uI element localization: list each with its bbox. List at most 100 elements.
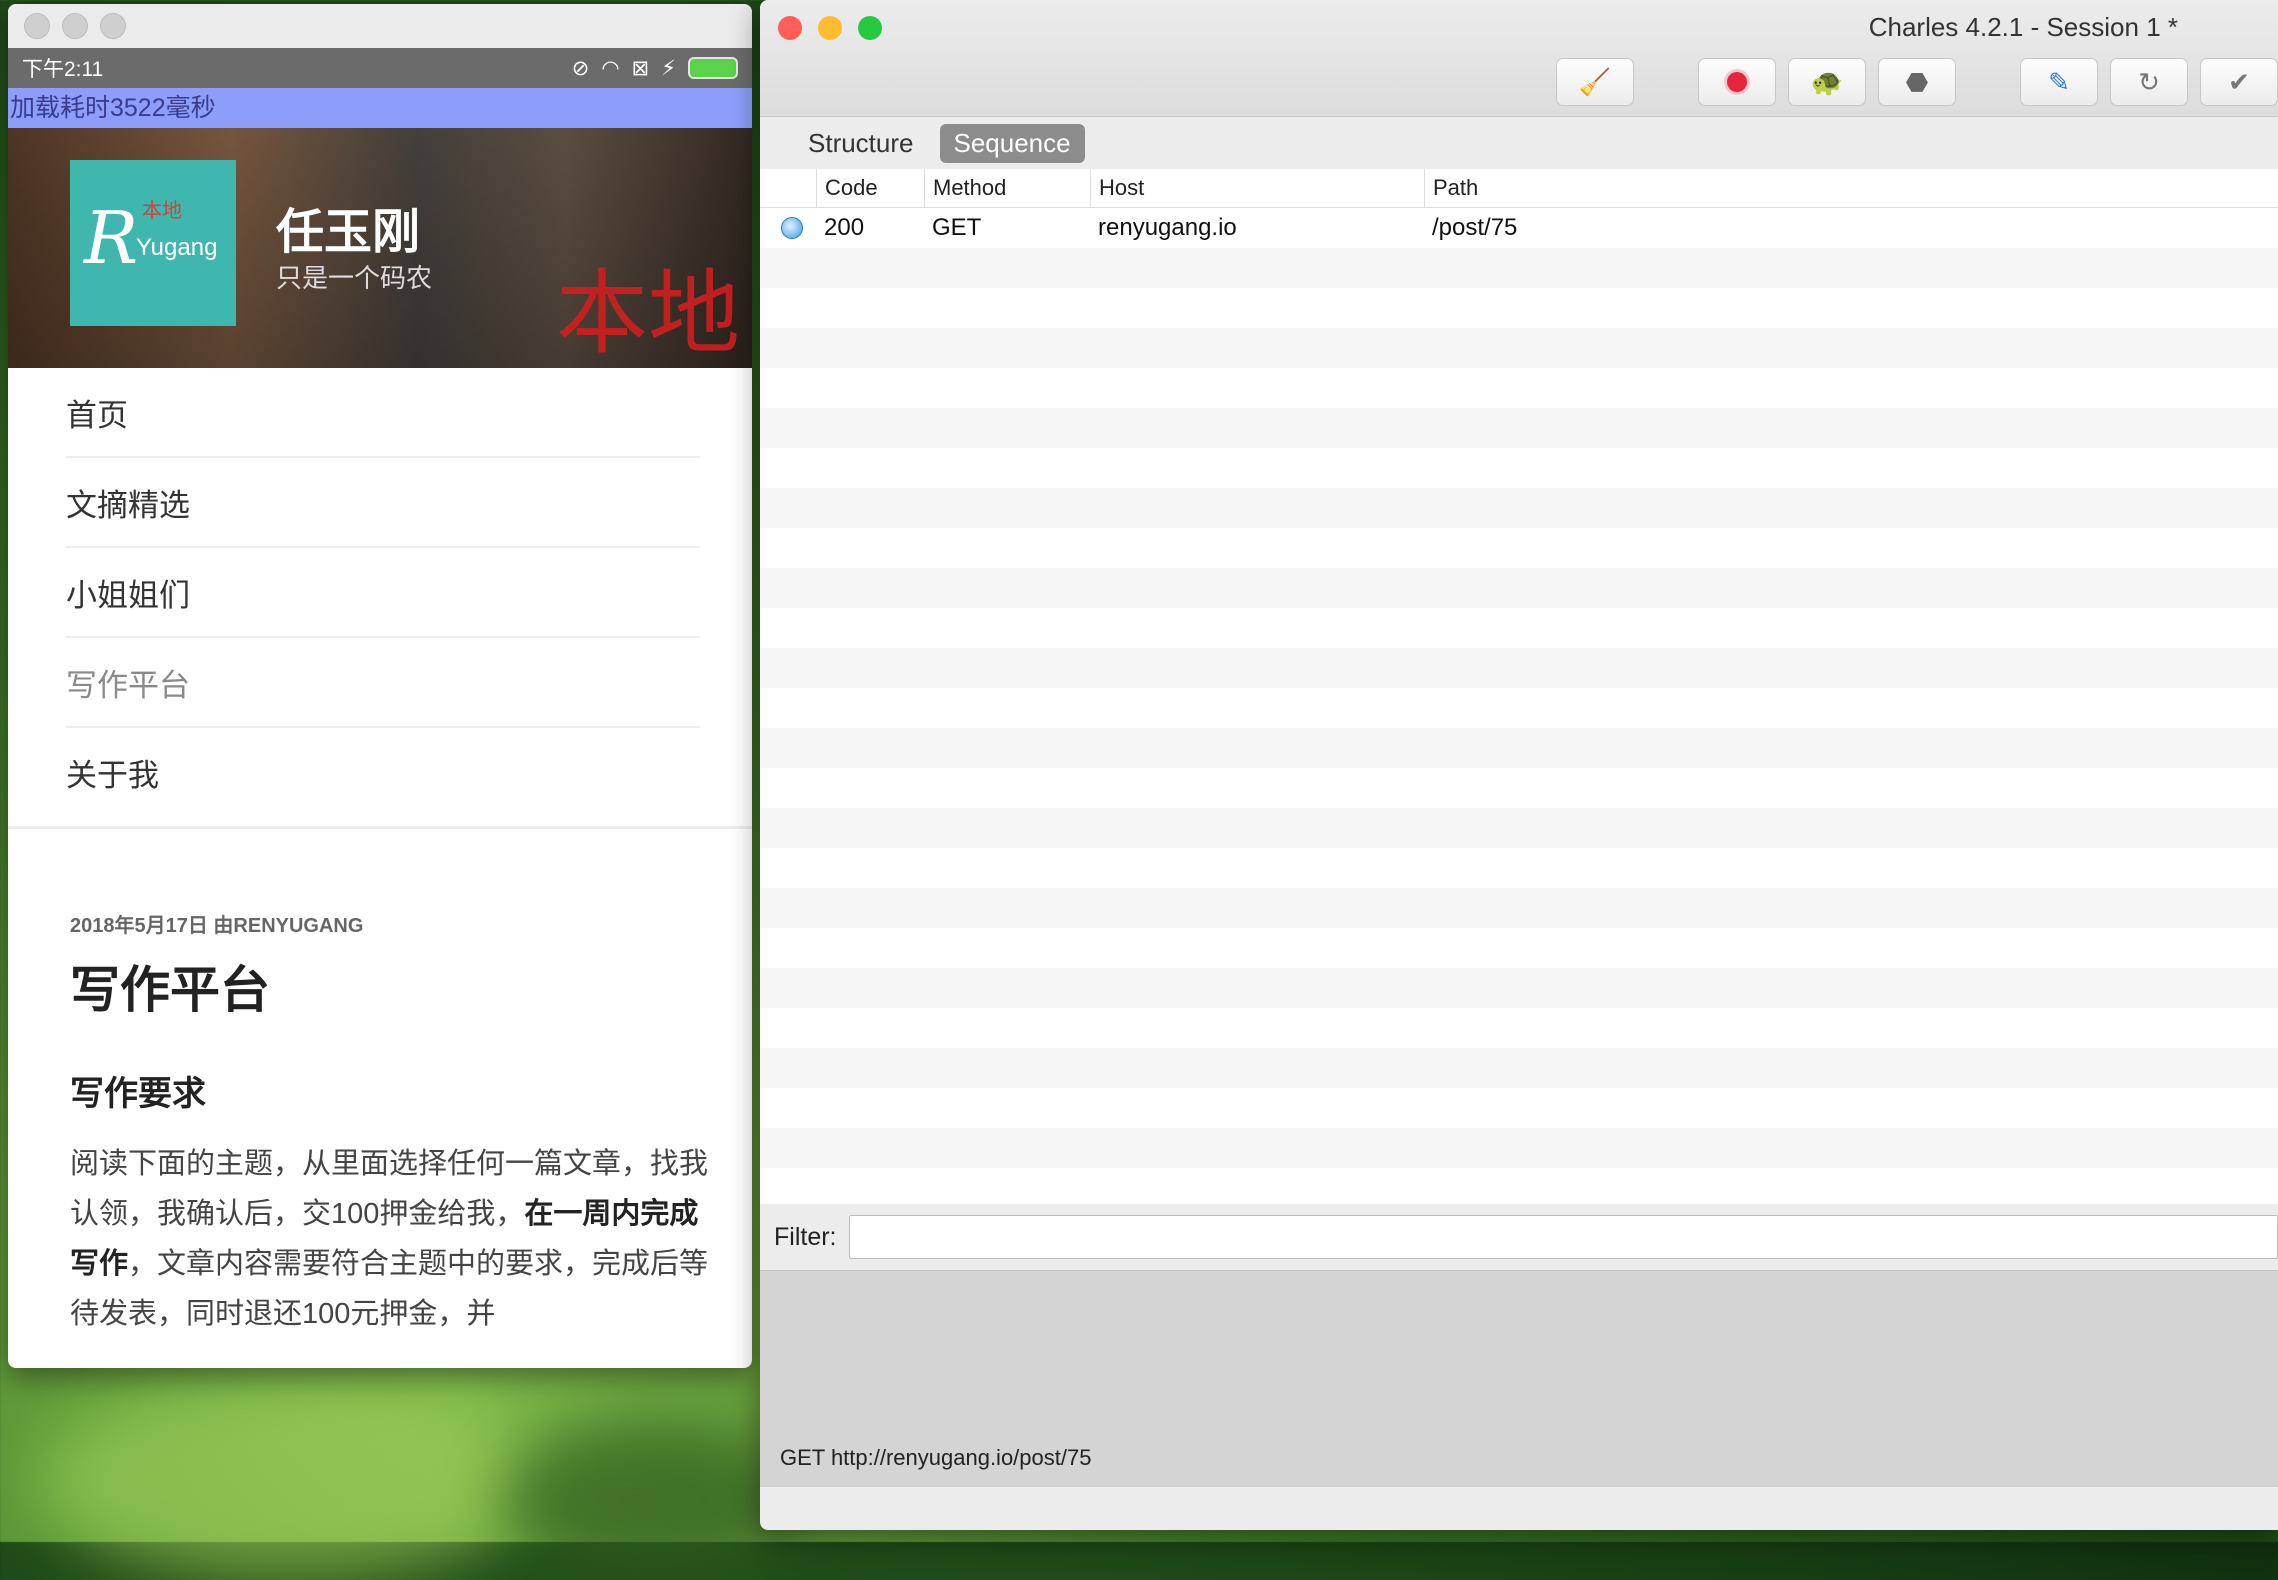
article-subtitle: 写作要求 (70, 1066, 712, 1115)
window-title: Charles 4.2.1 - Session 1 * (1869, 12, 2178, 43)
empty-row (760, 728, 2278, 768)
empty-row (760, 328, 2278, 368)
empty-row (760, 1128, 2278, 1168)
tab-structure[interactable]: Structure (794, 124, 928, 163)
zoom-button[interactable] (858, 16, 882, 40)
empty-row (760, 928, 2278, 968)
sequence-table: Code Method Host Path 200 GET renyugang.… (760, 169, 2278, 1204)
window-controls (778, 16, 882, 40)
filter-label: Filter: (774, 1223, 837, 1252)
empty-row (760, 448, 2278, 488)
wallpaper-blob (40, 1380, 540, 1580)
cell-path: /post/75 (1424, 208, 2278, 248)
throttle-button[interactable]: 🐢 (1788, 58, 1866, 106)
empty-row (760, 1168, 2278, 1204)
author-tagline: 只是一个码农 (276, 258, 432, 295)
compose-button[interactable]: ✎ (2020, 58, 2098, 106)
minimize-button[interactable] (62, 13, 88, 39)
empty-row (760, 1048, 2278, 1088)
nav-item-digest[interactable]: 文摘精选 (66, 458, 700, 548)
logo-letter: R (84, 196, 138, 280)
article-title: 写作平台 (70, 950, 712, 1022)
column-header-path[interactable]: Path (1424, 169, 2278, 207)
empty-rows (760, 248, 2278, 1204)
author-name: 任玉刚 (276, 192, 420, 262)
column-header-host[interactable]: Host (1090, 169, 1424, 207)
empty-row (760, 648, 2278, 688)
repeat-button[interactable]: ↻ (2110, 58, 2188, 106)
wifi-icon: ◠ (601, 56, 619, 81)
wallpaper-blob (500, 1420, 800, 1580)
filter-bar: Filter: (760, 1204, 2278, 1271)
charles-toolbar: Charles 4.2.1 - Session 1 * 🧹 🐢 ⬣ ✎ ↻ ✔ (760, 0, 2278, 117)
battery-icon (688, 57, 738, 79)
empty-row (760, 288, 2278, 328)
cell-host: renyugang.io (1090, 208, 1424, 248)
charging-icon: ⚡ (661, 56, 676, 81)
breakpoint-hexagon-icon: ⬣ (1906, 67, 1929, 98)
empty-row (760, 808, 2278, 848)
empty-row (760, 248, 2278, 288)
clear-session-button[interactable]: 🧹 (1556, 58, 1634, 106)
record-button[interactable] (1698, 58, 1776, 106)
local-watermark: 本地 (556, 239, 740, 368)
nav-item-writing-platform[interactable]: 写作平台 (66, 638, 700, 728)
close-button[interactable] (24, 13, 50, 39)
logo-local-label: 本地 (142, 194, 182, 223)
nav-item-about[interactable]: 关于我 (66, 728, 700, 816)
cell-method: GET (924, 208, 1090, 248)
site-logo[interactable]: 本地 R Yugang (70, 160, 236, 326)
empty-row (760, 888, 2278, 928)
tab-sequence[interactable]: Sequence (940, 124, 1085, 163)
empty-row (760, 688, 2278, 728)
detail-panel: GET http://renyugang.io/post/75 (760, 1271, 2278, 1487)
empty-row (760, 528, 2278, 568)
blog-nav-menu: 首页 文摘精选 小姐姐们 写作平台 关于我 (8, 368, 752, 816)
status-line: GET http://renyugang.io/post/75 (780, 1445, 1091, 1471)
compose-pen-icon: ✎ (2048, 67, 2070, 98)
empty-row (760, 1088, 2278, 1128)
empty-row (760, 408, 2278, 448)
column-header-status[interactable] (760, 169, 816, 207)
empty-row (760, 768, 2278, 808)
simulator-titlebar (8, 4, 752, 48)
filter-input[interactable] (849, 1215, 2278, 1259)
charles-window: Charles 4.2.1 - Session 1 * 🧹 🐢 ⬣ ✎ ↻ ✔ … (760, 0, 2278, 1530)
empty-row (760, 1008, 2278, 1048)
close-button[interactable] (778, 16, 802, 40)
article-meta: 2018年5月17日 由RENYUGANG (70, 909, 712, 938)
empty-row (760, 568, 2278, 608)
nav-item-girls[interactable]: 小姐姐们 (66, 548, 700, 638)
throttle-turtle-icon: 🐢 (1811, 67, 1843, 98)
tool-buttons: 🧹 🐢 ⬣ ✎ ↻ ✔ (1556, 58, 2278, 106)
repeat-icon: ↻ (2138, 67, 2160, 98)
logo-text: Yugang (136, 234, 217, 262)
request-status-icon (760, 208, 816, 248)
empty-row (760, 368, 2278, 408)
load-time-toast: 加载耗时3522毫秒 (8, 88, 752, 128)
view-tabs: Structure Sequence (760, 117, 2278, 169)
blog-header-banner: 本地 R Yugang 任玉刚 只是一个码农 本地 (8, 128, 752, 368)
validate-button[interactable]: ✔ (2200, 58, 2278, 106)
sim-icon: ⊠ (632, 56, 650, 81)
empty-row (760, 848, 2278, 888)
empty-row (760, 608, 2278, 648)
phone-status-bar: 下午2:11 ⊘ ◠ ⊠ ⚡ (8, 48, 752, 88)
nav-item-home[interactable]: 首页 (66, 368, 700, 458)
vibrate-icon: ⊘ (572, 56, 590, 81)
breakpoints-button[interactable]: ⬣ (1878, 58, 1956, 106)
broom-icon: 🧹 (1579, 67, 1611, 98)
phone-simulator-window: 下午2:11 ⊘ ◠ ⊠ ⚡ 加载耗时3522毫秒 本地 R Yugang 任玉… (8, 4, 752, 1368)
column-header-code[interactable]: Code (816, 169, 924, 207)
empty-row (760, 488, 2278, 528)
record-icon (1727, 72, 1747, 92)
status-time: 下午2:11 (22, 53, 103, 83)
article: 2018年5月17日 由RENYUGANG 写作平台 写作要求 阅读下面的主题，… (8, 829, 752, 1339)
zoom-button[interactable] (100, 13, 126, 39)
empty-row (760, 968, 2278, 1008)
minimize-button[interactable] (818, 16, 842, 40)
article-paragraph: 阅读下面的主题，从里面选择任何一篇文章，找我认领，我确认后，交100押金给我，在… (70, 1139, 712, 1339)
table-header: Code Method Host Path (760, 169, 2278, 208)
table-row[interactable]: 200 GET renyugang.io /post/75 (760, 208, 2278, 248)
column-header-method[interactable]: Method (924, 169, 1090, 207)
